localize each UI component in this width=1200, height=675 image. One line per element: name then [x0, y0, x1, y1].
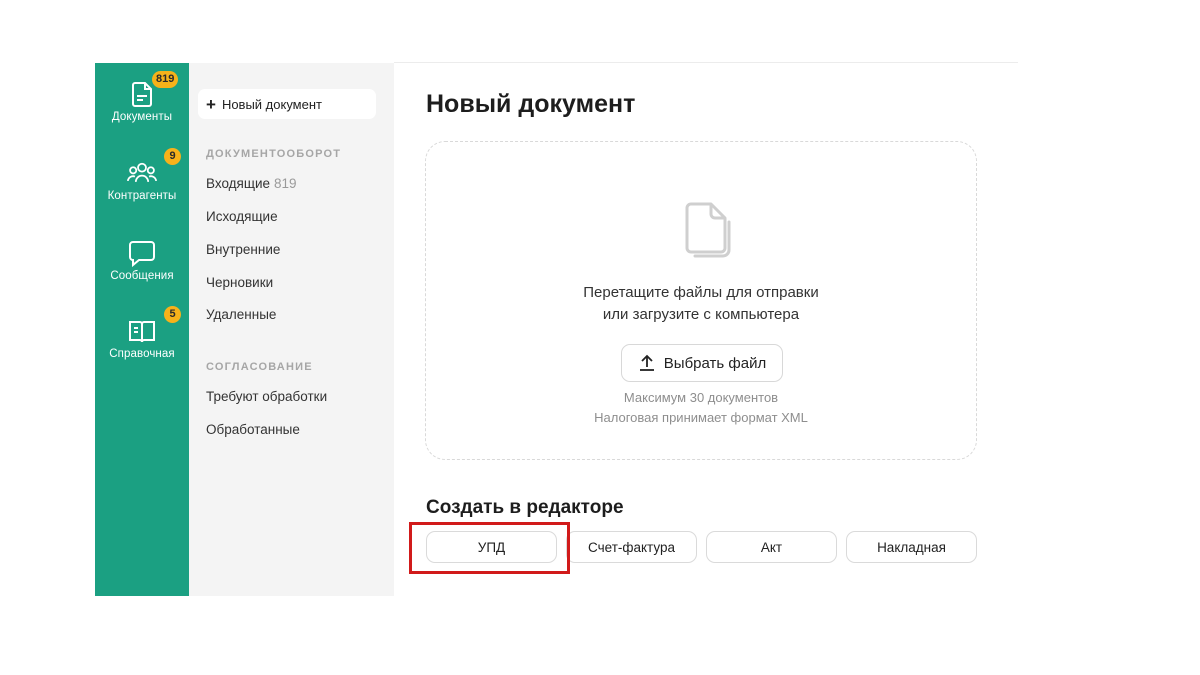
dropzone-hint-line1: Перетащите файлы для отправки: [583, 284, 819, 301]
new-document-button[interactable]: + Новый документ: [198, 89, 376, 119]
nav-messages[interactable]: Сообщения: [95, 238, 189, 282]
sidebar-item-drafts[interactable]: Черновики: [206, 275, 273, 290]
nav-documents[interactable]: Документы 819: [95, 71, 189, 123]
dropzone-note-max: Максимум 30 документов: [623, 390, 779, 405]
section-title-approval: СОГЛАСОВАНИЕ: [206, 361, 313, 373]
choose-file-label: Выбрать файл: [663, 354, 767, 372]
sidebar-item-outgoing[interactable]: Исходящие: [206, 209, 278, 224]
file-stack-icon: [685, 202, 731, 258]
book-icon: [129, 321, 155, 343]
top-divider: [394, 62, 1018, 63]
upload-icon: [639, 354, 654, 371]
editor-section-title: Создать в редакторе: [426, 497, 624, 518]
nav-messages-label: Сообщения: [110, 270, 174, 282]
contractors-count-badge: 9: [164, 148, 181, 165]
sidebar-item-deleted[interactable]: Удаленные: [206, 307, 276, 322]
sidebar-item-needs-processing[interactable]: Требуют обработки: [206, 389, 327, 404]
nav-rail: Документы 819 Контрагенты 9 Сообщения Сп…: [95, 63, 189, 596]
reference-count-badge: 5: [164, 306, 181, 323]
secondary-sidebar: + Новый документ ДОКУМЕНТООБОРОТ Входящи…: [189, 63, 394, 596]
create-upd-button[interactable]: УПД: [426, 531, 557, 563]
message-icon: [129, 241, 155, 268]
create-act-button[interactable]: Акт: [706, 531, 837, 563]
nav-contractors[interactable]: Контрагенты 9: [95, 148, 189, 202]
plus-icon: +: [206, 94, 216, 114]
sidebar-item-internal[interactable]: Внутренние: [206, 242, 280, 257]
create-waybill-button[interactable]: Накладная: [846, 531, 977, 563]
dropzone-hint-line2: или загрузите с компьютера: [602, 306, 800, 323]
nav-documents-label: Документы: [111, 111, 173, 123]
nav-reference-label: Справочная: [109, 348, 175, 360]
create-invoice-button[interactable]: Счет-фактура: [566, 531, 697, 563]
choose-file-button[interactable]: Выбрать файл: [621, 344, 783, 382]
sidebar-item-incoming[interactable]: Входящие 819: [206, 176, 297, 191]
nav-reference[interactable]: Справочная 5: [95, 306, 189, 360]
page-title: Новый документ: [426, 90, 636, 118]
dropzone-note-xml: Налоговая принимает формат XML: [594, 410, 808, 425]
contacts-icon: [127, 162, 157, 182]
section-title-docflow: ДОКУМЕНТООБОРОТ: [206, 148, 342, 160]
incoming-count: 819: [274, 176, 297, 191]
sidebar-item-label: Входящие: [206, 176, 271, 191]
nav-contractors-label: Контрагенты: [107, 190, 177, 202]
documents-count-badge: 819: [152, 71, 179, 88]
file-dropzone[interactable]: Перетащите файлы для отправки или загруз…: [425, 141, 977, 460]
new-document-label: Новый документ: [221, 96, 322, 112]
sidebar-item-processed[interactable]: Обработанные: [206, 422, 300, 437]
